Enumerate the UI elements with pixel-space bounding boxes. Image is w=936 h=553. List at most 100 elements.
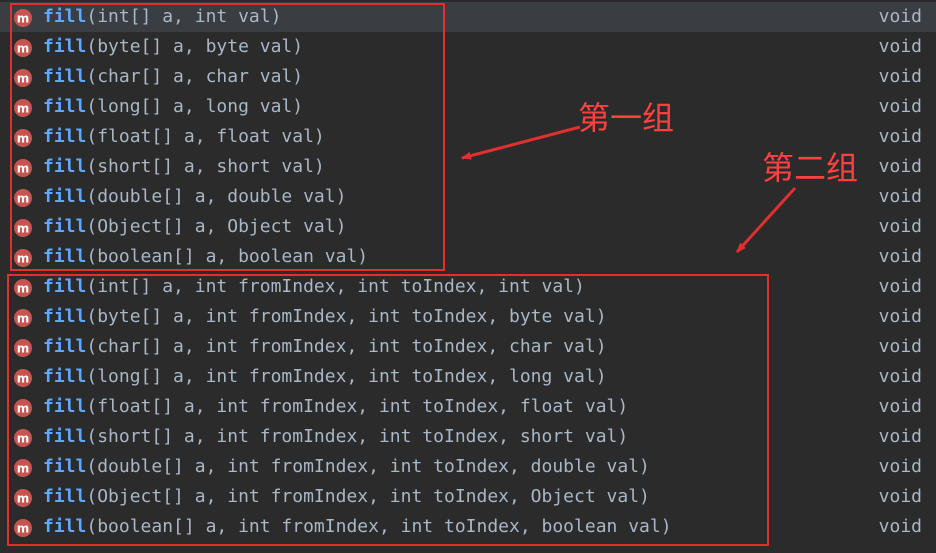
list-item[interactable]: m fill(boolean[] a, boolean val) void xyxy=(0,242,936,272)
method-params: (double[] a, int fromIndex, int toIndex,… xyxy=(86,456,650,477)
return-type: void xyxy=(878,426,922,447)
method-signature: fill(int[] a, int fromIndex, int toIndex… xyxy=(43,275,585,299)
svg-text:m: m xyxy=(17,192,30,206)
svg-text:m: m xyxy=(17,252,30,266)
list-item[interactable]: m fill(Object[] a, Object val) void xyxy=(0,212,936,242)
method-params: (int[] a, int val) xyxy=(86,6,282,27)
svg-text:m: m xyxy=(17,342,30,356)
return-type: void xyxy=(878,126,922,147)
method-params: (char[] a, char val) xyxy=(86,66,304,87)
method-params: (boolean[] a, int fromIndex, int toIndex… xyxy=(86,516,672,537)
method-params: (byte[] a, byte val) xyxy=(86,36,304,57)
list-item[interactable]: m fill(float[] a, int fromIndex, int toI… xyxy=(0,392,936,422)
method-m-icon: m xyxy=(14,69,32,87)
svg-text:m: m xyxy=(17,312,30,326)
method-params: (Object[] a, Object val) xyxy=(86,216,347,237)
method-params: (long[] a, long val) xyxy=(86,96,304,117)
method-m-icon: m xyxy=(14,129,32,147)
method-m-icon: m xyxy=(14,39,32,57)
svg-text:m: m xyxy=(17,522,30,536)
method-m-icon: m xyxy=(14,219,32,237)
list-item[interactable]: m fill(int[] a, int val) void xyxy=(0,2,936,32)
svg-text:m: m xyxy=(17,102,30,116)
method-signature: fill(double[] a, double val) xyxy=(43,185,346,209)
svg-text:m: m xyxy=(17,42,30,56)
method-signature: fill(long[] a, int fromIndex, int toInde… xyxy=(43,365,607,389)
method-m-icon: m xyxy=(14,339,32,357)
return-type: void xyxy=(878,246,922,267)
method-params: (boolean[] a, boolean val) xyxy=(86,246,369,267)
list-item[interactable]: m fill(int[] a, int fromIndex, int toInd… xyxy=(0,272,936,302)
return-type: void xyxy=(878,486,922,507)
method-params: (double[] a, double val) xyxy=(86,186,347,207)
method-m-icon: m xyxy=(14,189,32,207)
return-type: void xyxy=(878,186,922,207)
method-m-icon: m xyxy=(14,399,32,417)
list-item[interactable]: m fill(float[] a, float val) void xyxy=(0,122,936,152)
svg-text:m: m xyxy=(17,402,30,416)
method-name: fill xyxy=(43,336,87,357)
method-signature: fill(Object[] a, int fromIndex, int toIn… xyxy=(43,485,650,509)
return-type: void xyxy=(878,366,922,387)
return-type: void xyxy=(878,6,922,27)
method-m-icon: m xyxy=(14,279,32,297)
method-m-icon: m xyxy=(14,9,32,27)
method-params: (byte[] a, int fromIndex, int toIndex, b… xyxy=(86,306,607,327)
return-type: void xyxy=(878,396,922,417)
list-item[interactable]: m fill(char[] a, int fromIndex, int toIn… xyxy=(0,332,936,362)
return-type: void xyxy=(878,336,922,357)
method-signature: fill(short[] a, int fromIndex, int toInd… xyxy=(43,425,628,449)
return-type: void xyxy=(878,96,922,117)
method-signature: fill(char[] a, char val) xyxy=(43,65,303,89)
method-name: fill xyxy=(43,396,87,417)
list-item[interactable]: m fill(byte[] a, byte val) void xyxy=(0,32,936,62)
method-signature: fill(double[] a, int fromIndex, int toIn… xyxy=(43,455,650,479)
svg-text:m: m xyxy=(17,282,30,296)
method-signature: fill(float[] a, float val) xyxy=(43,125,325,149)
completion-list: m fill(int[] a, int val) void m fill(byt… xyxy=(0,0,936,553)
svg-text:m: m xyxy=(17,162,30,176)
list-item[interactable]: m fill(long[] a, long val) void xyxy=(0,92,936,122)
return-type: void xyxy=(878,276,922,297)
method-name: fill xyxy=(43,516,87,537)
list-item[interactable]: m fill(char[] a, char val) void xyxy=(0,62,936,92)
method-m-icon: m xyxy=(14,159,32,177)
return-type: void xyxy=(878,456,922,477)
svg-text:m: m xyxy=(17,492,30,506)
method-params: (float[] a, int fromIndex, int toIndex, … xyxy=(86,396,629,417)
method-m-icon: m xyxy=(14,309,32,327)
method-signature: fill(short[] a, short val) xyxy=(43,155,325,179)
method-name: fill xyxy=(43,96,87,117)
method-m-icon: m xyxy=(14,429,32,447)
svg-text:m: m xyxy=(17,12,30,26)
method-m-icon: m xyxy=(14,369,32,387)
method-signature: fill(int[] a, int val) xyxy=(43,5,281,29)
method-name: fill xyxy=(43,306,87,327)
group2-label: 第二组 xyxy=(762,149,859,187)
list-item[interactable]: m fill(long[] a, int fromIndex, int toIn… xyxy=(0,362,936,392)
method-name: fill xyxy=(43,156,87,177)
svg-text:m: m xyxy=(17,132,30,146)
method-params: (long[] a, int fromIndex, int toIndex, l… xyxy=(86,366,607,387)
svg-text:m: m xyxy=(17,222,30,236)
method-params: (char[] a, int fromIndex, int toIndex, c… xyxy=(86,336,607,357)
group1-label: 第一组 xyxy=(578,99,675,137)
method-name: fill xyxy=(43,186,87,207)
list-item[interactable]: m fill(short[] a, int fromIndex, int toI… xyxy=(0,422,936,452)
list-item[interactable]: m fill(boolean[] a, int fromIndex, int t… xyxy=(0,512,936,542)
return-type: void xyxy=(878,516,922,537)
list-item[interactable]: m fill(byte[] a, int fromIndex, int toIn… xyxy=(0,302,936,332)
list-item[interactable]: m fill(Object[] a, int fromIndex, int to… xyxy=(0,482,936,512)
method-signature: fill(byte[] a, int fromIndex, int toInde… xyxy=(43,305,607,329)
method-signature: fill(boolean[] a, int fromIndex, int toI… xyxy=(43,515,672,539)
method-m-icon: m xyxy=(14,489,32,507)
svg-text:m: m xyxy=(17,372,30,386)
return-type: void xyxy=(878,306,922,327)
method-params: (float[] a, float val) xyxy=(86,126,325,147)
method-name: fill xyxy=(43,486,87,507)
method-m-icon: m xyxy=(14,249,32,267)
list-item[interactable]: m fill(double[] a, int fromIndex, int to… xyxy=(0,452,936,482)
method-signature: fill(long[] a, long val) xyxy=(43,95,303,119)
return-type: void xyxy=(878,36,922,57)
method-signature: fill(char[] a, int fromIndex, int toInde… xyxy=(43,335,607,359)
